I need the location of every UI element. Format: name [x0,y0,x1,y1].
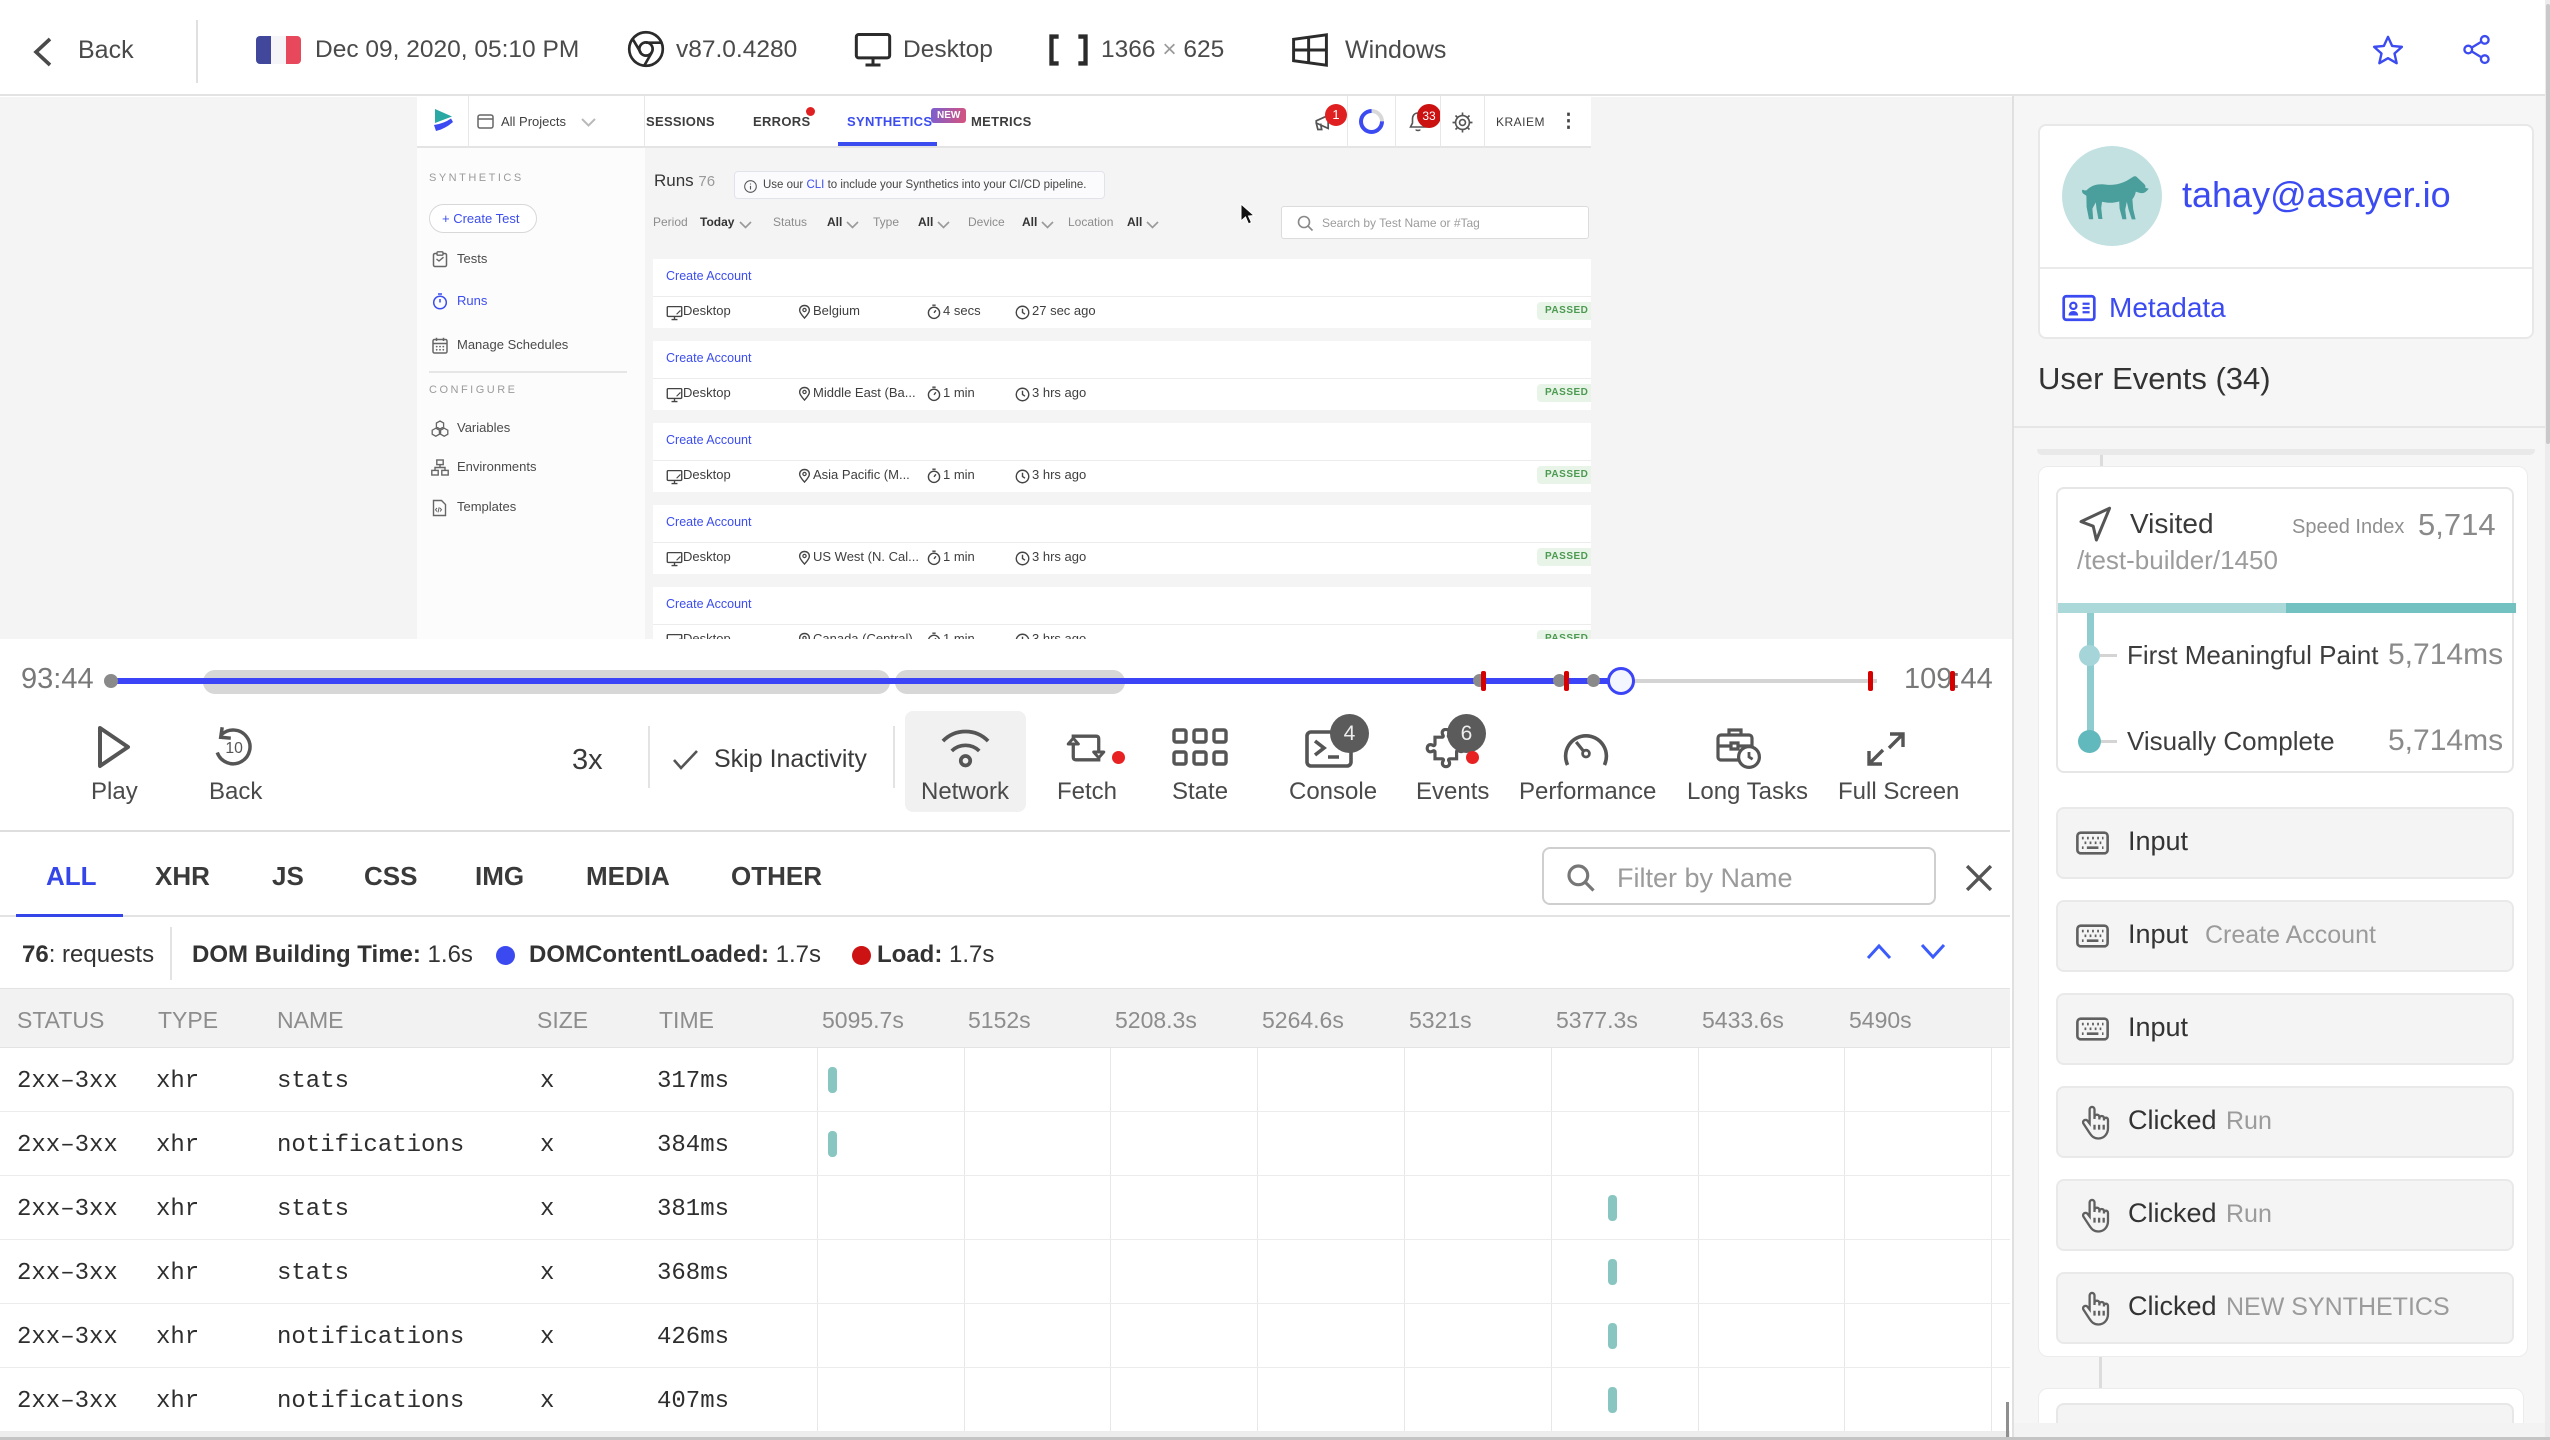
svg-text:10: 10 [225,740,243,757]
